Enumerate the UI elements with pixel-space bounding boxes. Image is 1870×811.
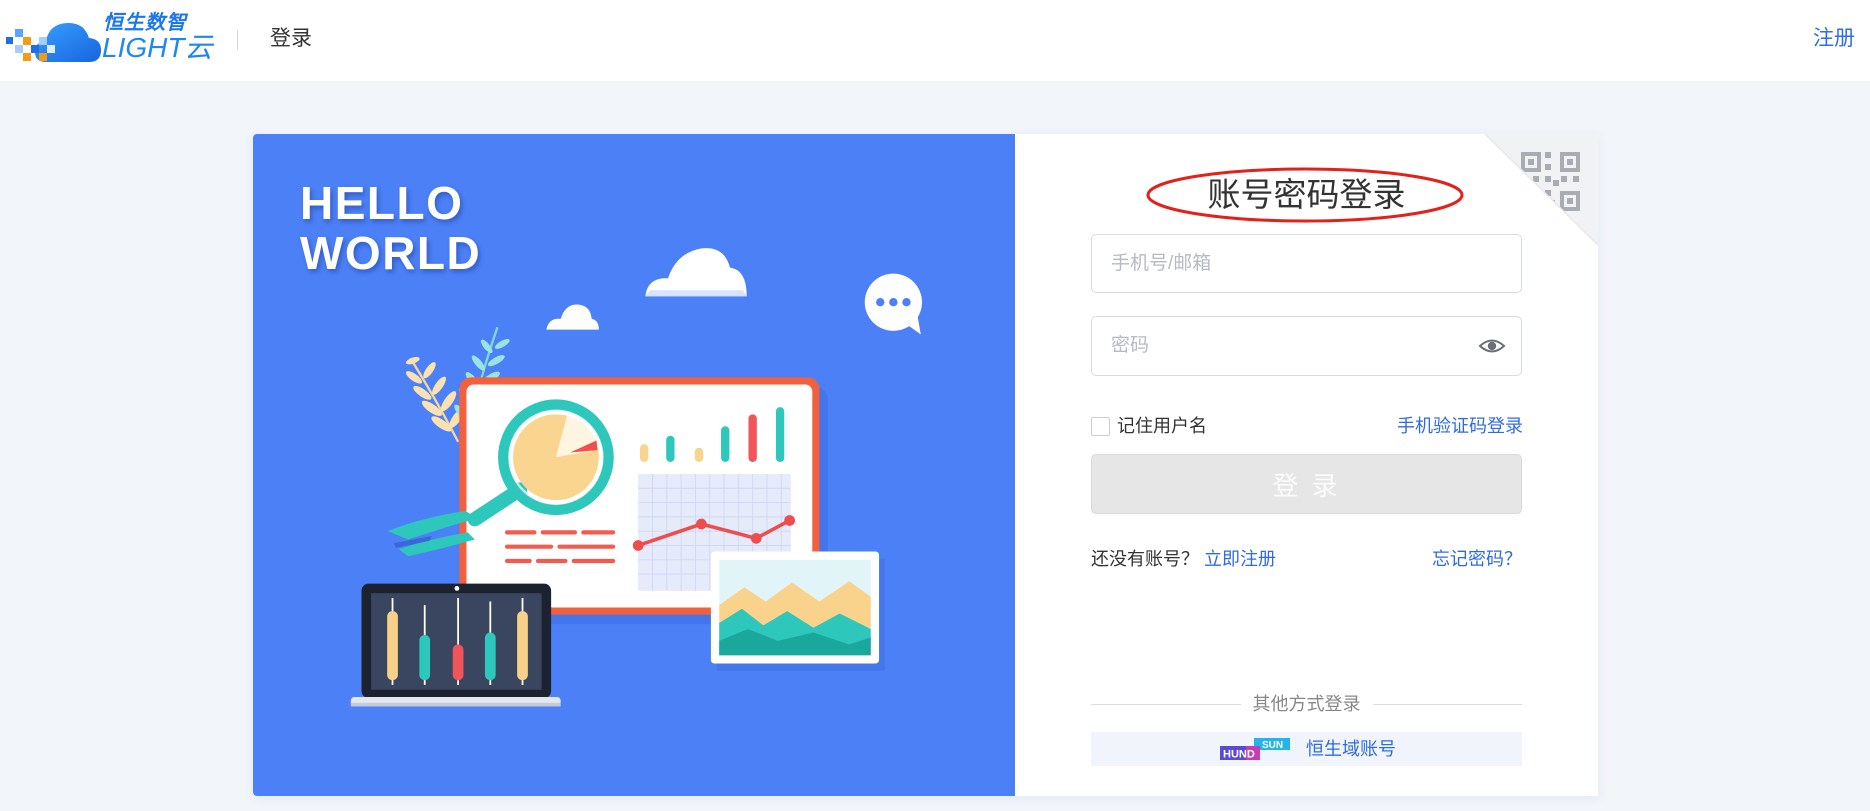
bar (639, 444, 649, 463)
cloud-large (645, 248, 747, 297)
line-point (750, 532, 762, 544)
bar (721, 426, 730, 463)
register-now-link[interactable]: 立即注册 (1204, 547, 1276, 571)
candle (387, 611, 398, 681)
candle (484, 632, 496, 681)
cloud-logo-icon[interactable] (6, 10, 102, 64)
line-point (696, 518, 707, 530)
bar (694, 447, 704, 463)
remember-checkbox[interactable] (1091, 417, 1110, 436)
header-register-link[interactable]: 注册 (1813, 27, 1855, 51)
top-header: 恒生数智 LIGHT云 登录 注册 (0, 0, 1870, 81)
mountain-picture (710, 551, 886, 671)
line-point (632, 540, 644, 551)
chat-bubble-icon (864, 273, 922, 335)
leaf-cream (405, 356, 465, 443)
password-input[interactable] (1091, 316, 1522, 376)
forgot-password-link[interactable]: 忘记密码？ (1432, 547, 1522, 571)
hero-banner: HELLO WORLD (253, 134, 1015, 796)
page-title: 登录 (270, 27, 312, 50)
hero-headline: HELLO WORLD (300, 178, 481, 278)
account-field (1091, 234, 1522, 293)
hundsun-account-link[interactable]: 恒生域账号 (1306, 732, 1396, 766)
no-account-text: 还没有账号？ (1091, 549, 1199, 569)
bar (666, 435, 675, 463)
bar (748, 414, 757, 463)
header-divider (237, 30, 238, 50)
eye-icon[interactable] (1478, 336, 1506, 356)
cloud-small (546, 304, 599, 330)
hundsun-login-button[interactable]: HUND SUN 恒生域账号 (1091, 732, 1522, 766)
login-title: 账号密码登录 (1207, 176, 1406, 213)
sms-login-link[interactable]: 手机验证码登录 (1397, 414, 1523, 438)
hundsun-logo-part1: HUND (1223, 749, 1255, 761)
hero-headline-line2: WORLD (300, 227, 482, 279)
hero-headline-line1: HELLO (300, 177, 464, 229)
candle (517, 611, 528, 681)
login-card: HELLO WORLD 账号密码登录 手机号/邮箱 记住用户名 手机验证码登录 … (253, 134, 1598, 796)
logo-text-light: LIGHT云 (102, 32, 213, 63)
line-point (784, 515, 795, 526)
cloud-large-shade (645, 290, 747, 297)
bar (775, 407, 785, 463)
candle (419, 634, 431, 681)
hundsun-logo-part2: SUN (1262, 740, 1283, 751)
candle (452, 644, 464, 681)
laptop-illustration (350, 583, 561, 707)
account-input[interactable] (1091, 234, 1522, 293)
login-button[interactable]: 登 录 (1091, 454, 1522, 514)
remember-label[interactable]: 记住用户名 (1117, 414, 1207, 438)
login-panel: 账号密码登录 记住用户名 手机验证码登录 登 录 还没有账号？ 立即注册 忘记密… (1015, 134, 1598, 796)
divider-right (1373, 704, 1522, 705)
password-field (1091, 316, 1522, 376)
hundsun-logo: HUND SUN (1220, 738, 1290, 761)
